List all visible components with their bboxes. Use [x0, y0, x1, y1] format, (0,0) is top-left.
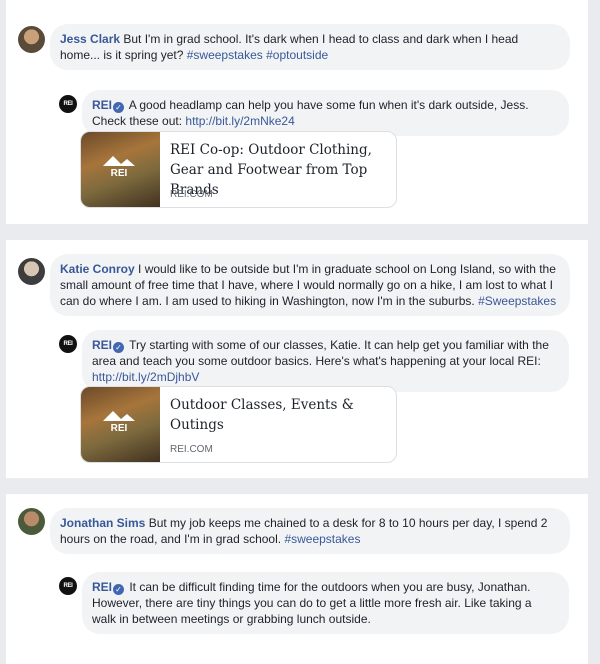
avatar-rei[interactable]: REI	[59, 577, 77, 595]
comment-thread-1: Jess Clark But I'm in grad school. It's …	[6, 0, 588, 224]
comment-author[interactable]: Jonathan Sims	[60, 516, 145, 530]
avatar-rei[interactable]: REI	[59, 335, 77, 353]
avatar-jonathan-sims[interactable]	[18, 508, 45, 535]
link-preview-domain: REI.COM	[170, 444, 213, 455]
hashtag[interactable]: #optoutside	[266, 48, 328, 62]
svg-text:REI: REI	[111, 168, 128, 179]
comment-thread-3: Jonathan Sims But my job keeps me chaine…	[6, 494, 588, 664]
comment-author[interactable]: Jess Clark	[60, 32, 120, 46]
svg-text:REI: REI	[111, 423, 128, 434]
reply-text: It can be difficult finding time for the…	[92, 580, 532, 626]
comment-bubble: Jess Clark But I'm in grad school. It's …	[50, 24, 570, 70]
rei-logo-icon: REI	[63, 341, 73, 347]
comment-bubble: Katie Conroy I would like to be outside …	[50, 254, 570, 316]
reply-bubble: REI ✓ Try starting with some of our class…	[82, 330, 569, 392]
link-preview-domain: REI.COM	[170, 189, 213, 200]
reply-author[interactable]: REI	[92, 98, 112, 112]
comment-bubble: Jonathan Sims But my job keeps me chaine…	[50, 508, 570, 554]
verified-check-icon: ✓	[113, 102, 125, 113]
reply-text: Try starting with some of our classes, K…	[92, 338, 549, 368]
rei-logo-icon: REI	[63, 583, 73, 589]
reply-author[interactable]: REI	[92, 338, 112, 352]
comment-thread-2: Katie Conroy I would like to be outside …	[6, 240, 588, 478]
comment-author[interactable]: Katie Conroy	[60, 262, 135, 276]
avatar-jess-clark[interactable]	[18, 26, 45, 53]
reply-bubble: REI ✓ A good headlamp can help you have s…	[82, 90, 569, 136]
link-preview-card[interactable]: REI REI Co-op: Outdoor Clothing, Gear an…	[80, 131, 397, 208]
reply-text: A good headlamp can help you have some f…	[92, 98, 529, 128]
rei-logo-icon: REI	[103, 156, 135, 179]
reply-bubble: REI ✓ It can be difficult finding time fo…	[82, 572, 569, 634]
link-preview-image: REI	[81, 132, 160, 207]
avatar-katie-conroy[interactable]	[18, 258, 45, 285]
verified-check-icon: ✓	[113, 342, 125, 353]
rei-logo-icon: REI	[103, 411, 135, 434]
reply-link[interactable]: http://bit.ly/2mDjhbV	[92, 370, 199, 384]
link-preview-title: Outdoor Classes, Events & Outings	[170, 397, 354, 433]
link-preview-image: REI	[81, 387, 160, 462]
reply-link[interactable]: http://bit.ly/2mNke24	[185, 114, 294, 128]
link-preview-card[interactable]: REI Outdoor Classes, Events & Outings RE…	[80, 386, 397, 463]
hashtag[interactable]: #sweepstakes	[284, 532, 360, 546]
rei-logo-icon: REI	[63, 101, 73, 107]
avatar-rei[interactable]: REI	[59, 95, 77, 113]
hashtag[interactable]: #sweepstakes	[187, 48, 263, 62]
verified-check-icon: ✓	[113, 584, 125, 595]
reply-author[interactable]: REI	[92, 580, 112, 594]
hashtag[interactable]: #Sweepstakes	[478, 294, 556, 308]
